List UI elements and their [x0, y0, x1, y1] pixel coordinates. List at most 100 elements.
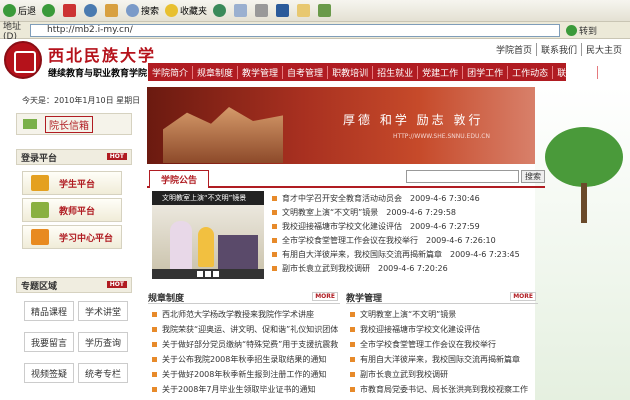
tab-announcements[interactable]: 学院公告	[149, 170, 209, 188]
print-icon	[255, 4, 269, 17]
favorites-button[interactable]: 收藏夹	[165, 4, 207, 17]
teaching-more-link[interactable]: MORE	[510, 292, 536, 301]
list-item[interactable]: 我院荣获“迎奥运、讲文明、促和谐”礼仪知识团体	[152, 322, 344, 337]
rule-title: 关于公布我院2008年秋季招生录取结果的通知	[162, 355, 327, 364]
list-item[interactable]: 关于做好2008年秋季新生报到注册工作的通知	[152, 367, 344, 382]
banner-slogan: 厚德 和学 励志 敦行	[343, 113, 484, 127]
news-date: 2009-4-6 7:23:45	[450, 249, 520, 259]
special-item[interactable]: 学历查询	[78, 332, 128, 352]
special-area-header: 专题区域 HOT	[16, 277, 132, 293]
search-label: 搜索	[141, 7, 160, 17]
news-title: 有朋自大洋彼岸来，我校国际交流再揭新篇章	[282, 249, 442, 259]
president-mailbox[interactable]: 院长信箱	[16, 113, 132, 135]
student-icon	[31, 175, 49, 191]
special-item[interactable]: 精品课程	[24, 301, 74, 321]
news-title: 我校迎接福塘市学校文化建设评估	[282, 221, 402, 231]
teaching-item-title: 我校迎接福塘市学校文化建设评估	[360, 325, 480, 334]
teaching-item-title: 文明教室上演“不文明”镜景	[360, 310, 457, 319]
slide-dot[interactable]	[205, 271, 211, 277]
teaching-item-title: 全市学校食堂管理工作会议在我校举行	[360, 340, 496, 349]
list-item[interactable]: 副市长袁立武到我校调研 2009-4-6 7:20:26	[272, 261, 530, 275]
nav-item[interactable]: 学院简介	[148, 65, 194, 79]
address-bar: 地址(D) http://mb2.i-my.cn/ 转到	[0, 22, 630, 42]
list-item[interactable]: 育才中学召开安全教育活动动员会 2009-4-6 7:30:46	[272, 191, 530, 205]
folder-button[interactable]	[297, 4, 312, 17]
nav-item[interactable]: 工作动态	[508, 65, 554, 79]
teaching-item-title: 有朋自大洋彼岸来，我校国际交流再揭新篇章	[360, 355, 520, 364]
rules-more-link[interactable]: MORE	[312, 292, 338, 301]
refresh-button[interactable]	[84, 4, 99, 17]
nav-item[interactable]: 联合办学	[553, 65, 599, 79]
tree-trunk	[581, 183, 587, 223]
special-item[interactable]: 学术讲堂	[78, 301, 128, 321]
messenger-icon	[318, 4, 332, 17]
list-item[interactable]: 有朋自大洋彼岸来，我校国际交流再揭新篇章 2009-4-6 7:23:45	[272, 247, 530, 261]
list-item[interactable]: 西北师范大学杨改学教授来我院作学术讲座	[152, 307, 344, 322]
mail-button[interactable]	[234, 4, 249, 17]
list-item[interactable]: 市教育局党委书记、局长张洪亮到我校视察工作	[350, 382, 542, 397]
rules-list: 西北师范大学杨改学教授来我院作学术讲座 我院荣获“迎奥运、讲文明、促和谐”礼仪知…	[152, 307, 344, 397]
nav-item[interactable]: 党建工作	[418, 65, 464, 79]
site-search-button[interactable]: 搜索	[521, 170, 545, 183]
school-name: 西北民族大学	[48, 46, 157, 65]
nav-item[interactable]: 规章制度	[193, 65, 239, 79]
student-platform-button[interactable]: 学生平台	[22, 171, 122, 195]
media-button[interactable]	[213, 4, 228, 17]
teacher-platform-label: 教师平台	[59, 206, 96, 217]
list-item[interactable]: 全市学校食堂管理工作会议在我校举行	[350, 337, 542, 352]
forward-button[interactable]	[42, 4, 57, 17]
teaching-item-title: 副市长袁立武到我校调研	[360, 370, 448, 379]
back-button[interactable]: 后退	[3, 4, 36, 17]
site-search-input[interactable]	[406, 170, 519, 183]
list-item[interactable]: 关于公布我院2008年秋季招生录取结果的通知	[152, 352, 344, 367]
list-item[interactable]: 全市学校食堂管理工作会议在我校举行 2009-4-6 7:26:10	[272, 233, 530, 247]
web-page: 西北民族大学 继续教育与职业教育学院 学院首页 联系我们 民大主页 学院简介 规…	[0, 39, 630, 400]
home-button[interactable]	[105, 4, 120, 17]
special-item[interactable]: 我要留言	[24, 332, 74, 352]
back-label: 后退	[18, 7, 37, 17]
list-item[interactable]: 关于做好部分党员缴纳“特殊党费”用于支援抗震救	[152, 337, 344, 352]
decorative-side-image	[535, 87, 630, 400]
slide-dot[interactable]	[213, 271, 219, 277]
slide-dot[interactable]	[197, 271, 203, 277]
edit-button[interactable]	[276, 4, 291, 17]
toplink-university[interactable]: 民大主页	[580, 43, 626, 56]
bullet-icon	[350, 342, 355, 347]
nav-item[interactable]: 自考管理	[283, 65, 329, 79]
bullet-icon	[152, 312, 157, 317]
stop-button[interactable]	[63, 4, 78, 17]
messenger-button[interactable]	[318, 4, 333, 17]
nav-item[interactable]: 招生就业	[373, 65, 419, 79]
list-item[interactable]: 有朋自大洋彼岸来，我校国际交流再揭新篇章	[350, 352, 542, 367]
go-button[interactable]: 转到	[566, 24, 597, 37]
bullet-icon	[152, 387, 157, 392]
learning-center-button[interactable]: 学习中心平台	[22, 225, 122, 249]
list-item[interactable]: 关于2008年7月毕业生领取毕业证书的通知	[152, 382, 344, 397]
list-item[interactable]: 文明教室上演“不文明”镜景	[350, 307, 542, 322]
list-item[interactable]: 副市长袁立武到我校调研	[350, 367, 542, 382]
toplink-home[interactable]: 学院首页	[492, 43, 536, 56]
list-item[interactable]: 文明教室上演“不文明”镜景 2009-4-6 7:29:58	[272, 205, 530, 219]
teacher-platform-button[interactable]: 教师平台	[22, 198, 122, 222]
login-platform-title: 登录平台	[21, 153, 58, 164]
rule-title: 关于2008年7月毕业生领取毕业证书的通知	[162, 385, 316, 394]
nav-item[interactable]: 职教培训	[328, 65, 374, 79]
print-button[interactable]	[255, 4, 270, 17]
news-photo[interactable]: 文明教室上演“不文明”镜景	[152, 191, 264, 279]
school-logo	[4, 41, 42, 79]
nav-item[interactable]: 团学工作	[463, 65, 509, 79]
photo-controls	[152, 269, 264, 279]
bullet-icon	[272, 209, 277, 215]
bullet-icon	[350, 327, 355, 332]
toplink-contact[interactable]: 联系我们	[535, 43, 581, 56]
address-input[interactable]: http://mb2.i-my.cn/	[30, 23, 560, 37]
special-item[interactable]: 统考专栏	[78, 363, 128, 383]
special-item[interactable]: 视频签疑	[24, 363, 74, 383]
search-button[interactable]: 搜索	[126, 4, 159, 17]
rule-title: 关于做好2008年秋季新生报到注册工作的通知	[162, 370, 327, 379]
news-date: 2009-4-6 7:27:59	[410, 221, 480, 231]
refresh-icon	[84, 4, 98, 17]
list-item[interactable]: 我校迎接福塘市学校文化建设评估	[350, 322, 542, 337]
list-item[interactable]: 我校迎接福塘市学校文化建设评估 2009-4-6 7:27:59	[272, 219, 530, 233]
nav-item[interactable]: 教学管理	[238, 65, 284, 79]
